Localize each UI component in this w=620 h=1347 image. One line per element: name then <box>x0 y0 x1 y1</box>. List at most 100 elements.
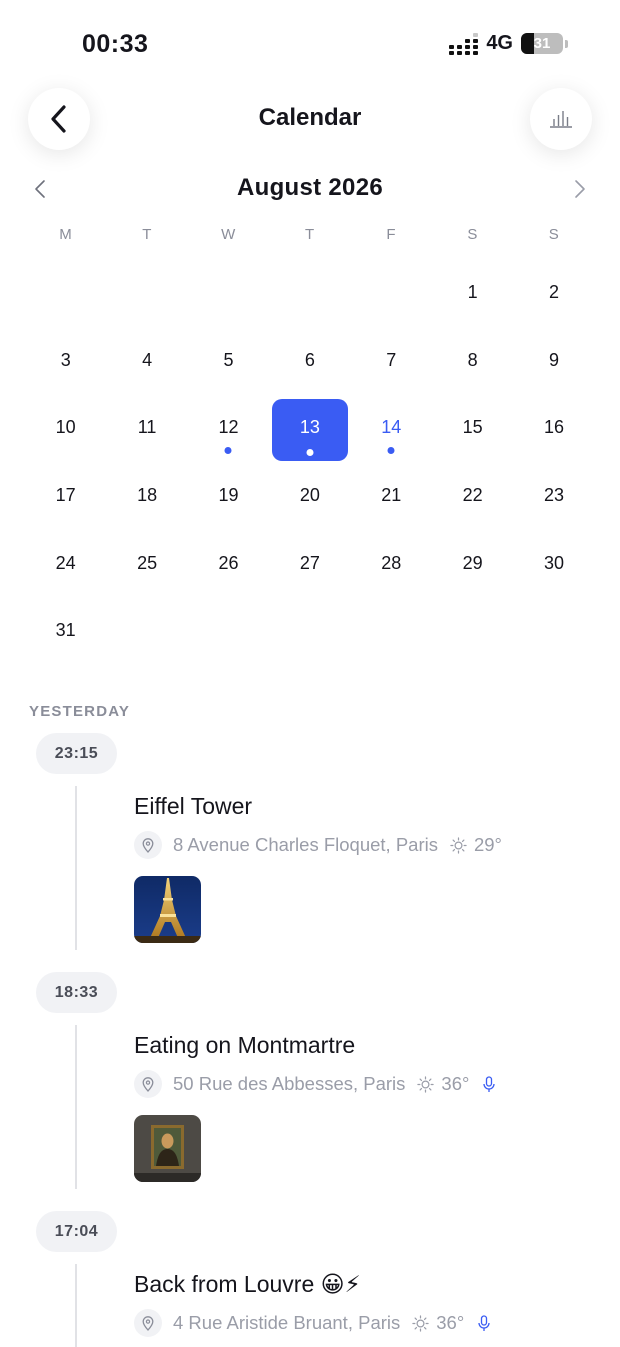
microphone-icon <box>478 1314 490 1332</box>
day-number: 28 <box>381 552 402 573</box>
calendar-day-21[interactable]: 21 <box>351 463 432 531</box>
calendar-day-31[interactable]: 31 <box>25 598 106 666</box>
day-number: 25 <box>137 552 158 573</box>
day-number: 19 <box>218 485 239 506</box>
weekday-label: W <box>221 226 236 243</box>
weekday-header: M T W T F S S <box>25 226 595 243</box>
timeline-line <box>75 1025 77 1189</box>
calendar-day-18[interactable]: 18 <box>106 463 187 531</box>
calendar-day-4[interactable]: 4 <box>106 328 187 396</box>
microphone-icon <box>483 1075 496 1093</box>
entry-time: 17:04 <box>36 1211 117 1252</box>
entry-indicator-dot <box>306 449 314 457</box>
calendar-day-17[interactable]: 17 <box>25 463 106 531</box>
calendar-day-empty <box>25 260 106 328</box>
month-navigation: August 2026 <box>0 170 620 210</box>
calendar-week-row: 3 4 5 6 7 8 9 <box>25 328 595 396</box>
entry-location: 50 Rue des Abbesses, Paris <box>173 1073 406 1094</box>
calendar-day-9[interactable]: 9 <box>513 328 594 396</box>
calendar-day-20[interactable]: 20 <box>269 463 350 531</box>
calendar-day-8[interactable]: 8 <box>432 328 513 396</box>
header: Calendar <box>0 88 620 150</box>
calendar-day-25[interactable]: 25 <box>106 530 187 598</box>
eiffel-tower-photo[interactable] <box>134 876 201 943</box>
day-number: 7 <box>386 349 397 370</box>
day-number: 22 <box>462 485 483 506</box>
day-number: 12 <box>218 417 239 438</box>
calendar-day-3[interactable]: 3 <box>25 328 106 396</box>
day-number: 20 <box>299 485 320 506</box>
calendar-day-empty <box>269 598 350 666</box>
calendar-day-7[interactable]: 7 <box>351 328 432 396</box>
calendar-day-23[interactable]: 23 <box>513 463 594 531</box>
entry-weather: 36° <box>412 1312 464 1334</box>
calendar-day-16[interactable]: 16 <box>513 395 594 463</box>
entry-location: 4 Rue Aristide Bruant, Paris <box>173 1312 401 1333</box>
calendar-day-empty <box>106 260 187 328</box>
day-number: 18 <box>137 485 158 506</box>
day-number: 13 <box>299 417 320 438</box>
entry-location: 8 Avenue Charles Floquet, Paris <box>173 834 438 855</box>
day-number: 26 <box>218 552 239 573</box>
stats-button[interactable] <box>530 88 592 150</box>
calendar-day-15[interactable]: 15 <box>432 395 513 463</box>
entry-weather: 36° <box>417 1073 469 1095</box>
calendar-day-empty <box>106 598 187 666</box>
day-number: 10 <box>55 417 76 438</box>
day-number: 30 <box>544 552 565 573</box>
calendar-day-6[interactable]: 6 <box>269 328 350 396</box>
entry-meta: 4 Rue Aristide Bruant, Paris 36° <box>134 1309 490 1337</box>
day-number: 3 <box>60 349 71 370</box>
entry-time: 23:15 <box>36 733 117 774</box>
calendar-day-27[interactable]: 27 <box>269 530 350 598</box>
calendar-day-empty <box>188 260 269 328</box>
location-pin-icon <box>134 1070 162 1098</box>
day-number: 6 <box>304 349 315 370</box>
sun-icon <box>417 1075 435 1093</box>
calendar-day-5[interactable]: 5 <box>188 328 269 396</box>
timeline-line <box>75 1264 77 1347</box>
status-time: 00:33 <box>82 30 149 58</box>
day-number: 2 <box>549 282 560 303</box>
entry-temperature: 36° <box>436 1312 465 1333</box>
calendar-day-12[interactable]: 12 <box>188 395 269 463</box>
calendar-day-22[interactable]: 22 <box>432 463 513 531</box>
calendar-day-19[interactable]: 19 <box>188 463 269 531</box>
location-pin-icon <box>134 1309 162 1337</box>
calendar-day-30[interactable]: 30 <box>513 530 594 598</box>
calendar-week-row: 10 11 12 13 14 15 16 <box>25 395 595 463</box>
calendar-day-24[interactable]: 24 <box>25 530 106 598</box>
calendar-week-row: 12 <box>25 260 595 328</box>
calendar-day-29[interactable]: 29 <box>432 530 513 598</box>
calendar-grid: 1 2 3 4 5 6 7 8 9 10 11 12 13 14 15 16 17 18 19 20 21 22 23 24 2… <box>25 260 595 666</box>
calendar-day-28[interactable]: 28 <box>351 530 432 598</box>
calendar-day-empty <box>351 260 432 328</box>
calendar-day-14[interactable]: 14 <box>351 395 432 463</box>
calendar-day-2[interactable]: 2 <box>513 260 594 328</box>
day-number: 15 <box>462 417 483 438</box>
entry-meta: 8 Avenue Charles Floquet, Paris 29° <box>134 831 502 859</box>
entry-indicator-dot <box>224 447 232 455</box>
weekday-label: M <box>59 226 73 243</box>
calendar-day-26[interactable]: 26 <box>188 530 269 598</box>
battery-percent: 31 <box>533 35 551 52</box>
next-month-button[interactable] <box>567 176 593 202</box>
day-number: 5 <box>223 349 234 370</box>
calendar-day-11[interactable]: 11 <box>106 395 187 463</box>
mona-lisa-photo[interactable] <box>134 1115 201 1182</box>
day-number: 31 <box>55 620 76 641</box>
sun-icon <box>412 1314 429 1332</box>
calendar-day-1[interactable]: 1 <box>432 260 513 328</box>
calendar-day-empty <box>188 598 269 666</box>
day-number: 24 <box>55 552 76 573</box>
calendar-day-10[interactable]: 10 <box>25 395 106 463</box>
timeline-line <box>75 786 77 950</box>
battery-icon: 31 <box>521 33 563 54</box>
battery-tip <box>565 39 568 48</box>
weekday-label: F <box>386 226 397 243</box>
calendar-day-13[interactable]: 13 <box>269 395 350 463</box>
chevron-right-icon <box>575 180 585 198</box>
weekday-label: S <box>548 226 560 243</box>
month-title: August 2026 <box>236 174 383 201</box>
day-number: 16 <box>544 417 565 438</box>
